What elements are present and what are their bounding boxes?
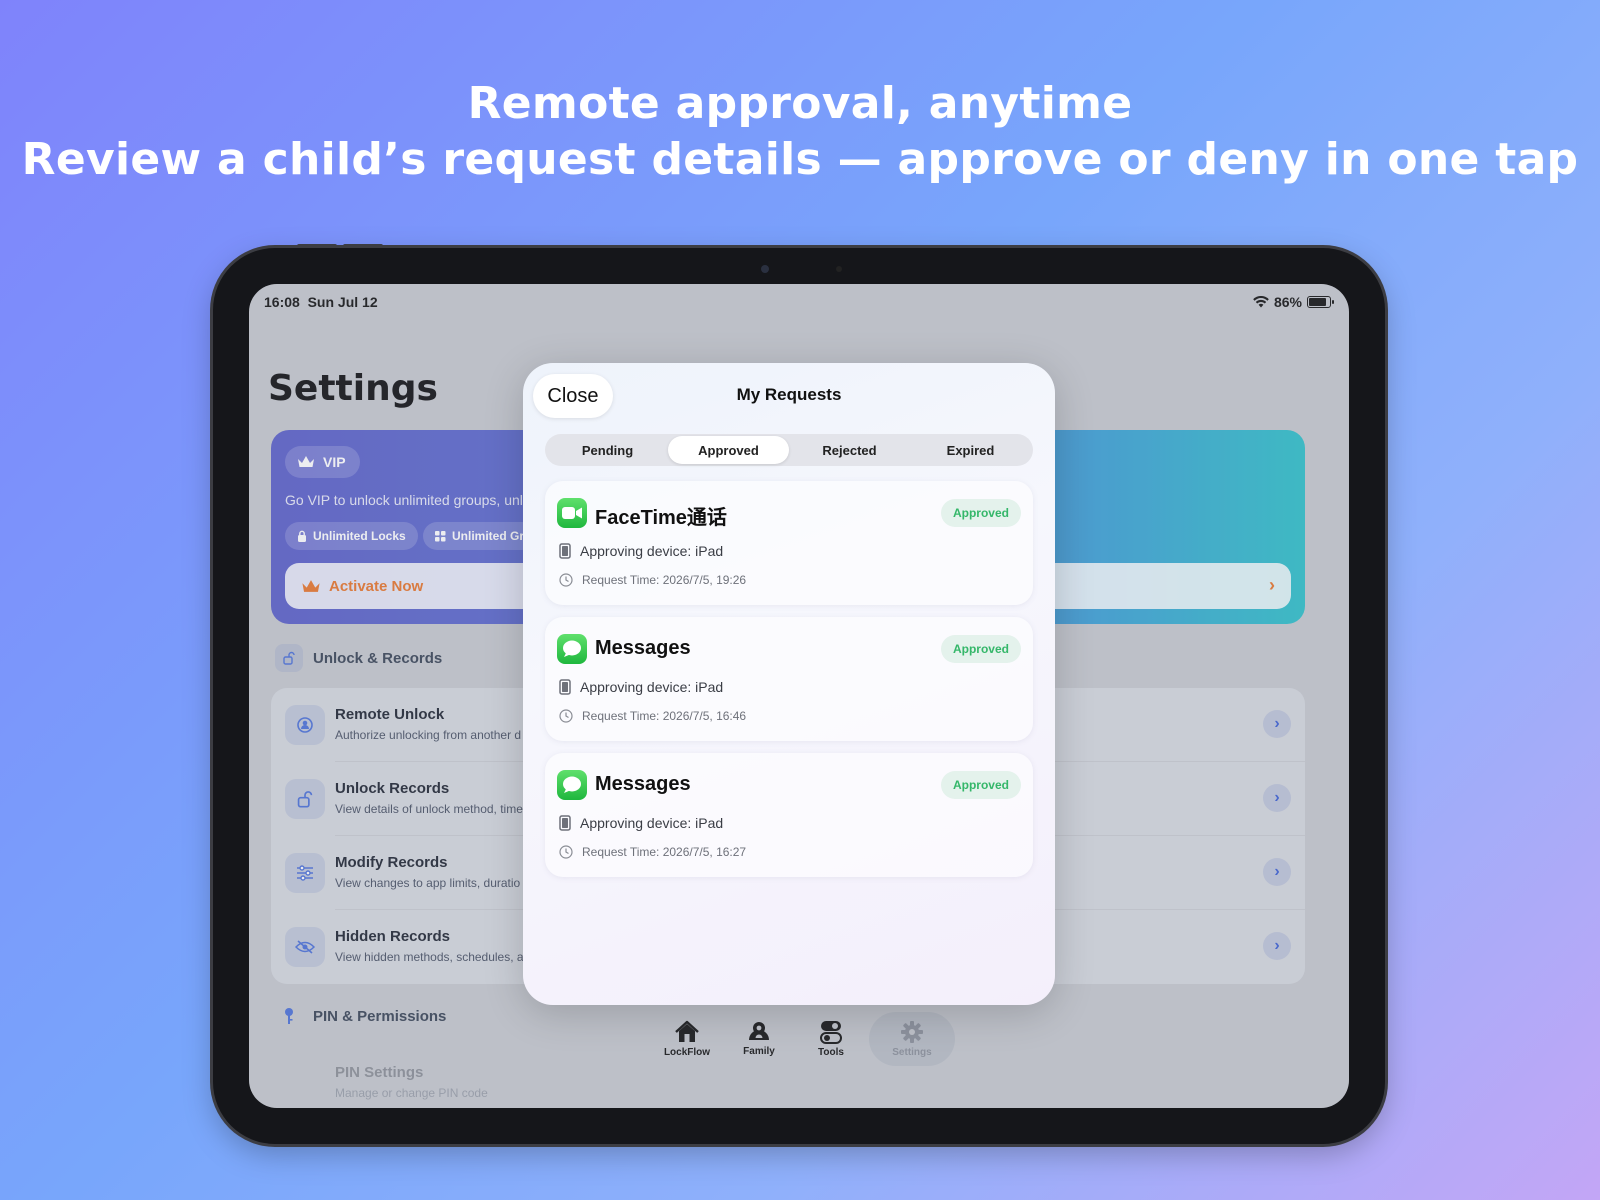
tab-label: Family — [743, 1046, 775, 1057]
segment-expired[interactable]: Expired — [910, 436, 1031, 464]
row-title: Remote Unlock — [335, 706, 445, 723]
request-time: Request Time: 2026/7/5, 19:26 — [559, 573, 746, 587]
section-label: PIN & Permissions — [313, 1007, 447, 1025]
request-card[interactable]: Messages Approved Approving device: iPad… — [545, 617, 1033, 741]
battery-percent: 86% — [1273, 294, 1302, 310]
tab-label: Tools — [818, 1047, 844, 1058]
status-badge: Approved — [940, 635, 1021, 663]
clock-icon — [559, 709, 573, 723]
ipad-frame: 16:08 Sun Jul 12 86% Settings VIP Go VIP… — [213, 244, 1385, 1144]
facetime-icon — [557, 498, 587, 528]
status-time: 16:08 Sun Jul 12 — [264, 294, 378, 310]
ipad-icon — [559, 543, 571, 559]
row-title: Unlock Records — [335, 780, 450, 797]
tab-family[interactable]: Family — [723, 1012, 795, 1066]
app-name: FaceTime通话 — [595, 507, 727, 529]
vip-description: Go VIP to unlock unlimited groups, unli — [285, 492, 526, 508]
request-card[interactable]: Messages Approved Approving device: iPad… — [545, 753, 1033, 877]
front-camera — [761, 265, 769, 273]
status-segmented-control: Pending Approved Rejected Expired — [545, 434, 1033, 466]
row-title: PIN Settings — [335, 1064, 424, 1081]
row-subtitle: View details of unlock method, time — [335, 802, 523, 816]
house-icon — [675, 1020, 699, 1042]
headline-line-1: Remote approval, anytime — [467, 78, 1133, 129]
family-icon — [749, 1022, 769, 1040]
marketing-headline: Remote approval, anytime Review a child’… — [0, 76, 1600, 188]
request-time: Request Time: 2026/7/5, 16:46 — [559, 709, 746, 723]
approving-device: Approving device: iPad — [559, 543, 723, 559]
grid-icon — [435, 530, 446, 541]
request-time: Request Time: 2026/7/5, 16:27 — [559, 845, 746, 859]
section-unlock-records: Unlock & Records — [275, 644, 442, 672]
sheet-title: My Requests — [736, 385, 842, 404]
sliders-icon — [285, 853, 325, 893]
toggles-icon — [820, 1021, 842, 1044]
crown-icon — [302, 579, 320, 592]
row-subtitle: Authorize unlocking from another d — [335, 728, 522, 742]
status-bar: 16:08 Sun Jul 12 86% — [264, 292, 1334, 312]
app-name: Messages — [595, 637, 691, 659]
tab-settings[interactable]: Settings — [869, 1012, 955, 1066]
messages-icon — [557, 770, 587, 800]
section-label: Unlock & Records — [313, 649, 443, 667]
status-right: 86% — [1253, 294, 1334, 310]
row-title: Modify Records — [335, 854, 448, 871]
row-subtitle: View hidden methods, schedules, a — [335, 950, 524, 964]
approving-device: Approving device: iPad — [559, 815, 723, 831]
messages-icon — [557, 634, 587, 664]
status-badge: Approved — [940, 499, 1021, 527]
ipad-icon — [559, 815, 571, 831]
chevron-right-icon: › — [1269, 575, 1275, 595]
segment-rejected[interactable]: Rejected — [789, 436, 910, 464]
remote-unlock-icon — [285, 705, 325, 745]
battery-icon — [1307, 296, 1334, 308]
unlock-icon — [275, 644, 303, 672]
clock-icon — [559, 845, 573, 859]
clock-icon — [559, 573, 573, 587]
chevron-right-icon[interactable]: › — [1263, 932, 1291, 960]
my-requests-sheet: Close My Requests Pending Approved Rejec… — [523, 363, 1055, 1005]
section-pin-permissions: PIN & Permissions — [275, 1002, 446, 1030]
tab-lockflow[interactable]: LockFlow — [651, 1012, 723, 1066]
key-icon — [275, 1002, 303, 1030]
page-title: Settings — [268, 368, 438, 409]
request-card[interactable]: FaceTime通话 Approved Approving device: iP… — [545, 481, 1033, 605]
activate-label: Activate Now — [329, 577, 424, 595]
unlock-icon — [285, 779, 325, 819]
volume-button — [343, 244, 383, 248]
ipad-icon — [559, 679, 571, 695]
status-badge: Approved — [940, 771, 1021, 799]
lock-icon — [298, 530, 306, 542]
row-subtitle: Manage or change PIN code — [335, 1086, 488, 1100]
sensor — [836, 266, 842, 272]
wifi-icon — [1253, 296, 1269, 308]
feature-pill-locks: Unlimited Locks — [285, 522, 418, 550]
tab-tools[interactable]: Tools — [795, 1012, 867, 1066]
tab-label: Settings — [892, 1047, 932, 1058]
ipad-screen: 16:08 Sun Jul 12 86% Settings VIP Go VIP… — [249, 284, 1349, 1108]
tab-bar: LockFlow Family Tools Settings — [651, 1012, 955, 1068]
crown-icon — [298, 456, 314, 467]
eye-slash-icon — [285, 927, 325, 967]
headline-line-2: Review a child’s request details — appro… — [21, 134, 1579, 185]
gear-icon — [901, 1021, 923, 1043]
row-subtitle: View changes to app limits, duratio — [335, 876, 521, 890]
segment-approved[interactable]: Approved — [668, 436, 789, 464]
feature-pill-groups: Unlimited Gr — [423, 522, 537, 550]
row-title: Hidden Records — [335, 928, 451, 945]
app-name: Messages — [595, 773, 691, 795]
chevron-right-icon[interactable]: › — [1263, 710, 1291, 738]
segment-pending[interactable]: Pending — [547, 436, 668, 464]
approving-device: Approving device: iPad — [559, 679, 723, 695]
volume-button — [297, 244, 337, 248]
vip-badge: VIP — [285, 446, 360, 478]
chevron-right-icon[interactable]: › — [1263, 858, 1291, 886]
chevron-right-icon[interactable]: › — [1263, 784, 1291, 812]
tab-label: LockFlow — [663, 1047, 711, 1058]
